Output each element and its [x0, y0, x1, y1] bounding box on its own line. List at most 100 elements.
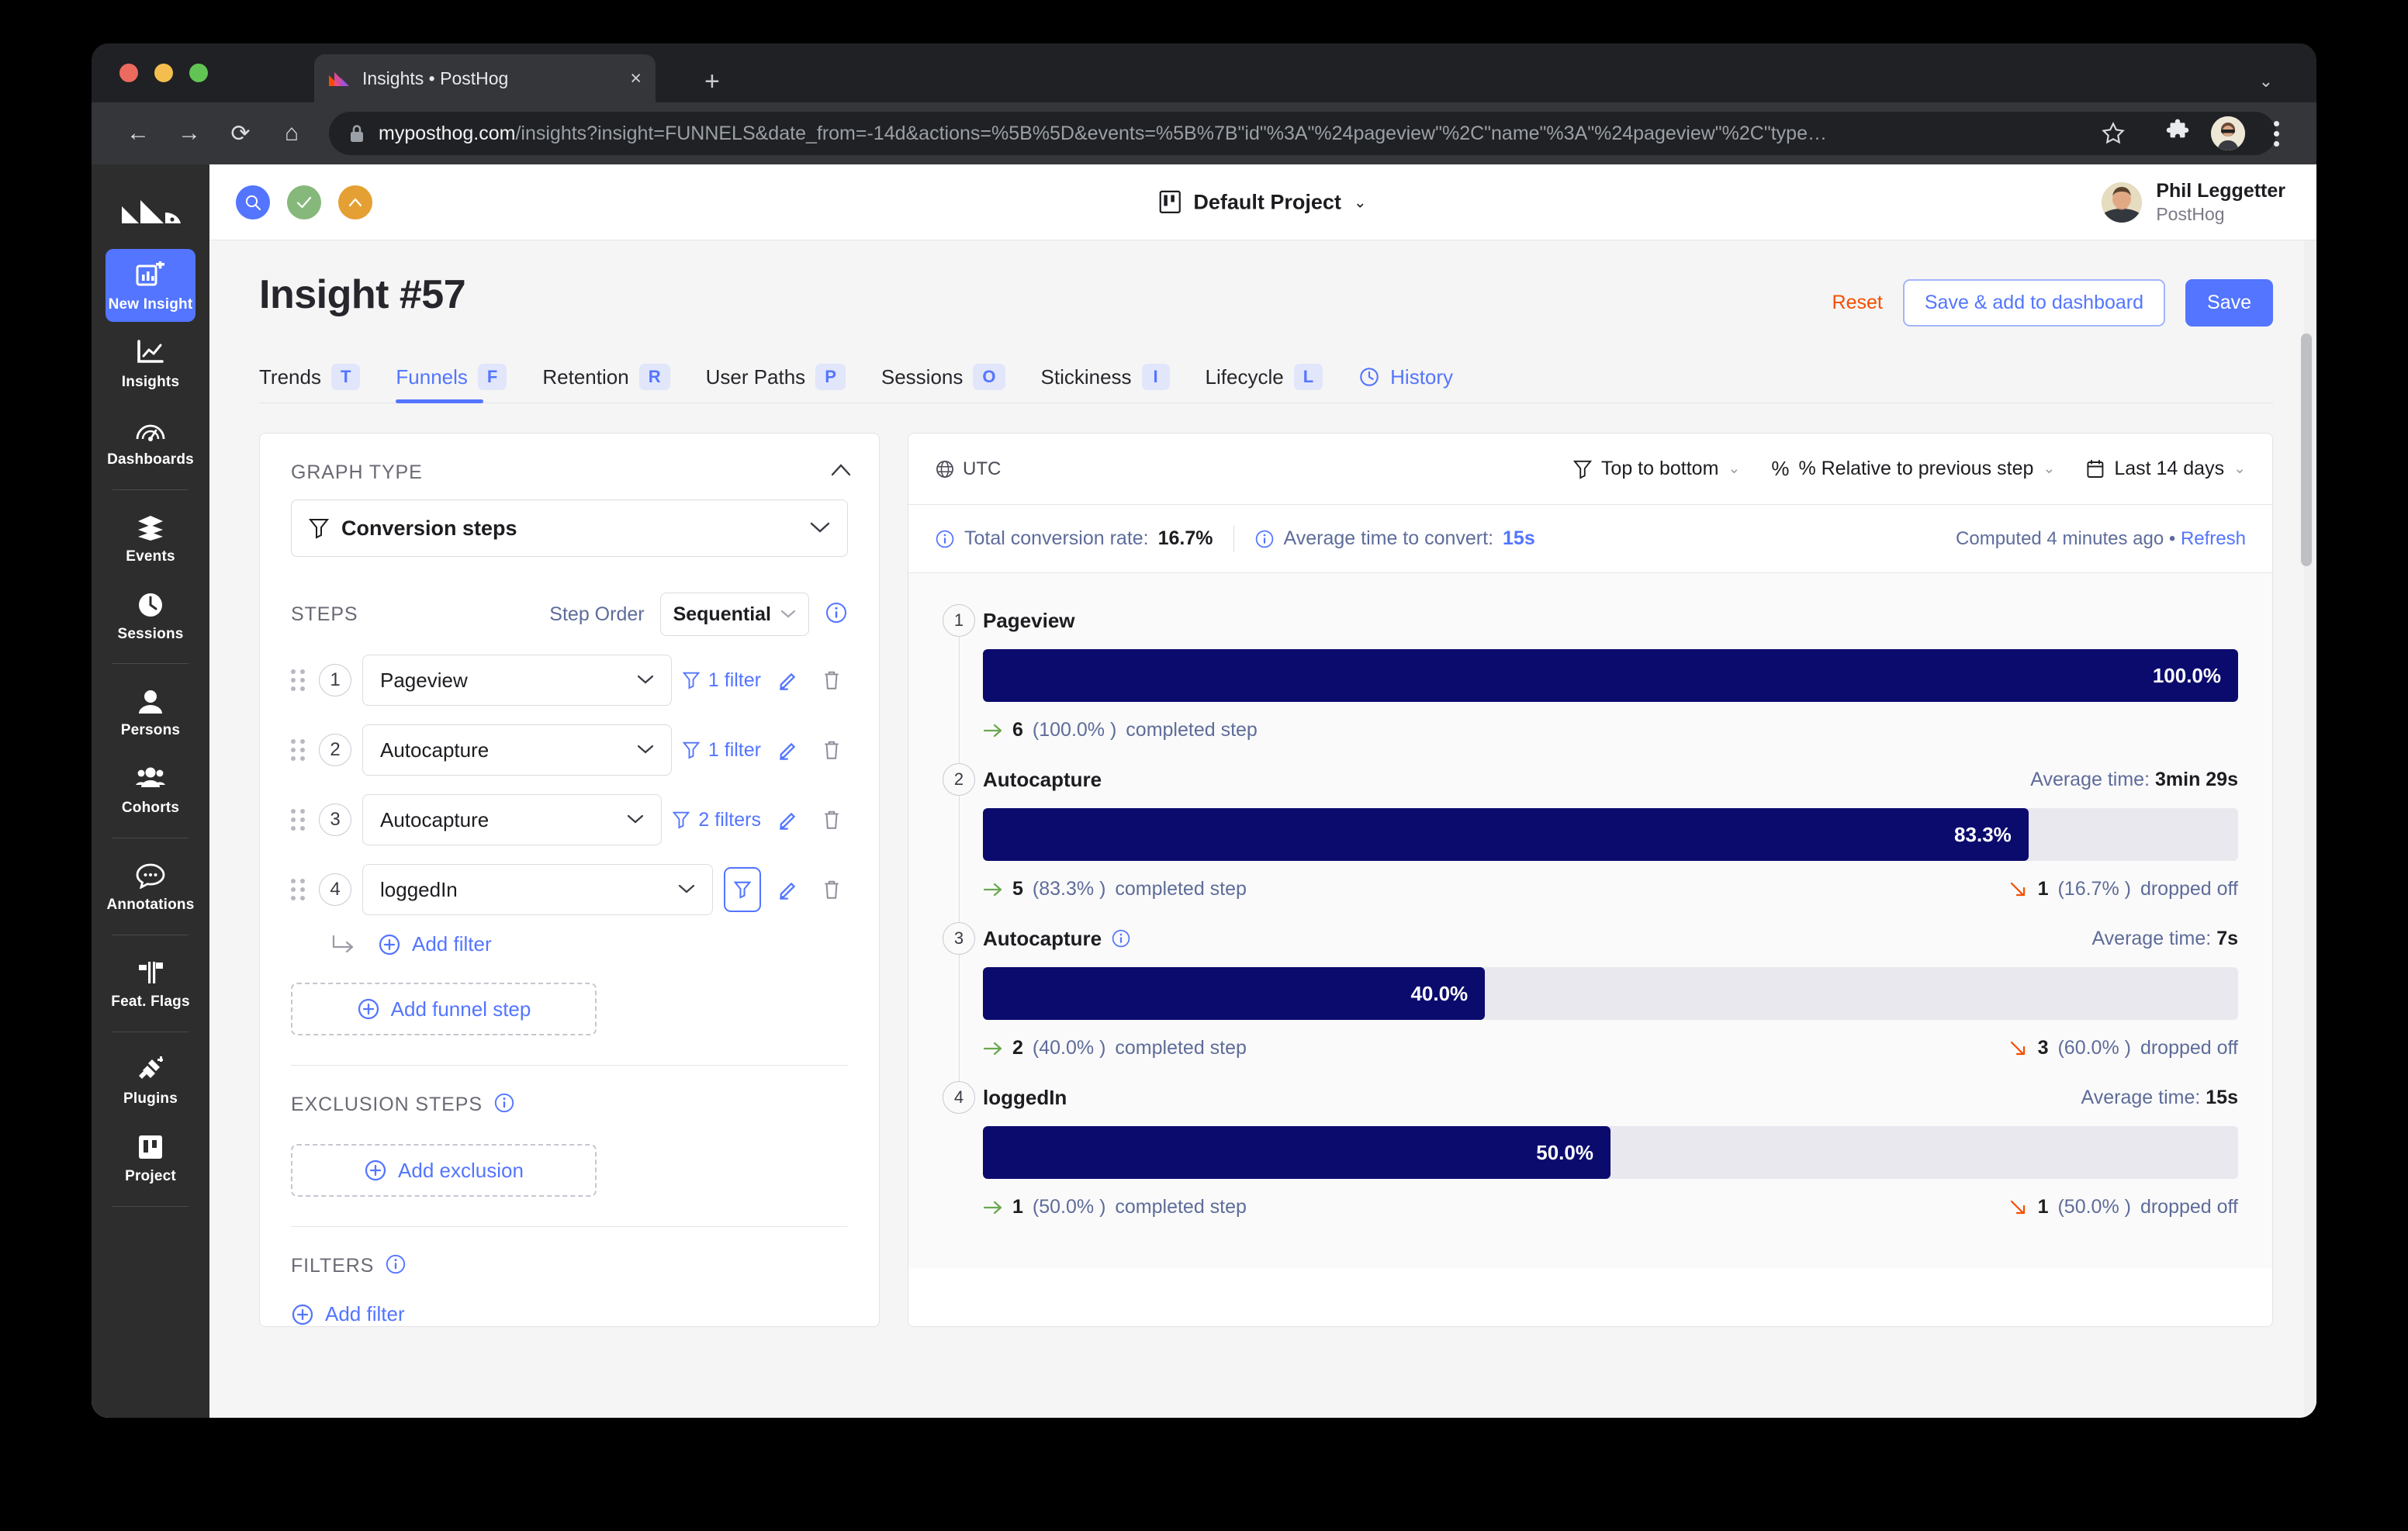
status-check-button[interactable] — [287, 185, 321, 219]
sidebar-item-new-insight[interactable]: New Insight — [106, 249, 195, 322]
step-event-select[interactable]: Autocapture — [362, 724, 672, 776]
step-order-info-icon[interactable] — [825, 601, 848, 628]
bookmark-button[interactable] — [2093, 113, 2133, 154]
save-and-add-to-dashboard-button[interactable]: Save & add to dashboard — [1902, 279, 2166, 327]
tab-shortcut: I — [1141, 364, 1170, 390]
sidebar-item-events[interactable]: Events — [106, 501, 195, 574]
add-funnel-step-button[interactable]: Add funnel step — [291, 983, 597, 1035]
step-info-icon[interactable] — [1111, 928, 1131, 949]
save-button[interactable]: Save — [2185, 279, 2273, 327]
page-title: Insight #57 — [259, 272, 466, 317]
add-filter-button[interactable]: Add filter — [378, 932, 492, 956]
funnel-layout-select[interactable]: Top to bottom ⌄ — [1572, 458, 1740, 480]
completed-percent: (100.0% ) — [1032, 719, 1117, 741]
step-event-select[interactable]: Pageview — [362, 655, 672, 706]
page-scrollbar-thumb[interactable] — [2301, 334, 2312, 566]
edit-step-button[interactable] — [772, 739, 804, 761]
delete-step-button[interactable] — [815, 879, 848, 900]
sidebar-item-dashboards[interactable]: Dashboards — [106, 404, 195, 477]
minimize-window-button[interactable] — [154, 64, 173, 82]
add-exclusion-button[interactable]: Add exclusion — [291, 1144, 597, 1197]
exclusion-steps-info-icon[interactable] — [493, 1092, 515, 1118]
browser-menu-button[interactable] — [2262, 118, 2290, 149]
info-icon[interactable] — [1254, 529, 1275, 549]
tab-retention[interactable]: Retention R — [542, 364, 670, 403]
maximize-window-button[interactable] — [189, 64, 208, 82]
tab-history[interactable]: History — [1358, 365, 1453, 402]
collapse-toggle-button[interactable] — [338, 185, 372, 219]
sidebar-item-persons[interactable]: Persons — [106, 675, 195, 748]
drag-handle-icon[interactable] — [291, 809, 308, 831]
step-filter-link[interactable]: 2 filters — [673, 809, 761, 831]
sidebar-item-project[interactable]: Project — [106, 1121, 195, 1194]
close-tab-button[interactable]: × — [630, 68, 642, 88]
step-event-select[interactable]: Autocapture — [362, 794, 663, 845]
delete-step-button[interactable] — [815, 669, 848, 691]
tab-lifecycle[interactable]: Lifecycle L — [1206, 364, 1323, 403]
tab-list-chevron-icon[interactable]: ⌄ — [2259, 71, 2273, 92]
home-button[interactable]: ⌂ — [272, 113, 312, 154]
step-name: Pageview — [983, 608, 1075, 632]
tab-stickiness[interactable]: Stickiness I — [1041, 364, 1170, 403]
step-filter-link[interactable]: 1 filter — [682, 739, 761, 762]
reset-button[interactable]: Reset — [1832, 292, 1883, 314]
date-range-select[interactable]: Last 14 days ⌄ — [2086, 458, 2246, 480]
project-picker[interactable]: Default Project ⌄ — [1159, 190, 1367, 214]
sidebar-item-sessions[interactable]: Sessions — [106, 579, 195, 651]
reload-button[interactable]: ⟳ — [220, 113, 261, 154]
drag-handle-icon[interactable] — [291, 739, 308, 761]
forward-button[interactable]: → — [169, 113, 209, 154]
graph-type-select[interactable]: Conversion steps — [291, 499, 848, 557]
step-order-select[interactable]: Sequential — [659, 593, 809, 636]
filters-info-icon[interactable] — [385, 1253, 407, 1279]
step-filter-link[interactable]: 1 filter — [682, 669, 761, 692]
tab-label: User Paths — [705, 365, 806, 389]
refresh-button[interactable]: Refresh — [2181, 528, 2246, 549]
step-filter-toggle-button[interactable] — [724, 867, 761, 912]
tab-sessions[interactable]: Sessions O — [881, 364, 1005, 403]
step-bar-fill[interactable]: 50.0% — [983, 1126, 1611, 1179]
sidebar-item-feature-flags[interactable]: Feat. Flags — [106, 946, 195, 1019]
browser-profile-avatar[interactable] — [2211, 116, 2245, 150]
tab-trends[interactable]: Trends T — [259, 364, 361, 403]
step-bar-fill[interactable]: 83.3% — [983, 808, 2029, 861]
page-scroll-track[interactable] — [2301, 240, 2316, 1418]
edit-step-button[interactable] — [772, 669, 804, 691]
step-bar-fill[interactable]: 100.0% — [983, 649, 2238, 702]
back-button[interactable]: ← — [118, 113, 158, 154]
extensions-button[interactable] — [2163, 118, 2192, 151]
user-info: Phil Leggetter PostHog — [2156, 179, 2285, 226]
funnel-step: 3 Autocapture Average time: 7s 40.0% 2 (… — [943, 922, 2238, 1086]
sidebar-item-insights[interactable]: Insights — [106, 327, 195, 399]
edit-step-button[interactable] — [772, 809, 804, 831]
filters-add-filter-button[interactable]: Add filter — [291, 1302, 848, 1326]
search-button[interactable] — [236, 185, 270, 219]
user-menu[interactable]: Phil Leggetter PostHog — [2102, 179, 2285, 226]
average-time-prefix: Average time: — [2030, 768, 2150, 790]
posthog-logo-icon[interactable] — [120, 194, 181, 229]
tab-shortcut: R — [638, 364, 670, 390]
funnel-step-reference-select[interactable]: % % Relative to previous step ⌄ — [1771, 457, 2055, 481]
chevron-down-icon — [810, 518, 830, 538]
step-bar-fill[interactable]: 40.0% — [983, 967, 1486, 1020]
sidebar-item-plugins[interactable]: Plugins — [106, 1043, 195, 1116]
close-window-button[interactable] — [119, 64, 138, 82]
address-bar[interactable]: myposthog.com/insights?insight=FUNNELS&d… — [329, 112, 2276, 155]
arrow-down-right-icon — [2010, 1041, 2025, 1055]
tab-user-paths[interactable]: User Paths P — [706, 364, 846, 403]
delete-step-button[interactable] — [815, 739, 848, 761]
info-icon[interactable] — [935, 529, 955, 549]
tab-funnels[interactable]: Funnels F — [396, 364, 507, 403]
sidebar-item-annotations[interactable]: Annotations — [106, 849, 195, 922]
step-event-select[interactable]: loggedIn — [362, 864, 713, 915]
drag-handle-icon[interactable] — [291, 669, 308, 691]
drag-handle-icon[interactable] — [291, 879, 308, 900]
collapse-panel-button[interactable] — [831, 461, 851, 482]
sidebar-item-cohorts[interactable]: Cohorts — [106, 752, 195, 825]
new-tab-button[interactable]: + — [704, 68, 720, 95]
delete-step-button[interactable] — [815, 809, 848, 831]
edit-step-button[interactable] — [772, 879, 804, 900]
timezone-indicator[interactable]: UTC — [935, 458, 1001, 480]
browser-tab[interactable]: Insights • PostHog × — [314, 54, 656, 102]
exclusion-steps-label: EXCLUSION STEPS — [291, 1094, 483, 1115]
